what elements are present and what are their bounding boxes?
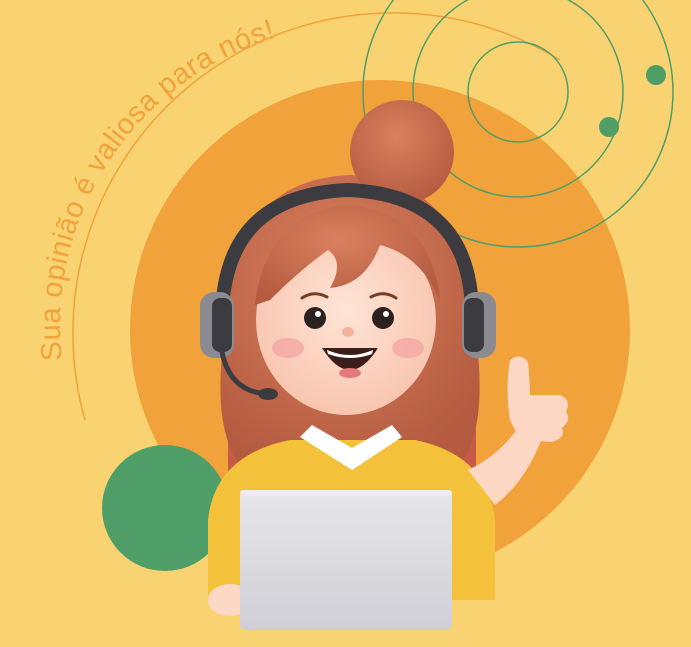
eye-right: [372, 307, 394, 329]
face: [255, 205, 440, 415]
laptop: [240, 490, 452, 630]
illustration-canvas: Sua opinião é valiosa para nós!: [35, 0, 674, 630]
green-dot: [599, 117, 619, 137]
green-dot: [646, 65, 666, 85]
survey-banner: Sua opinião é valiosa para nós!: [0, 0, 691, 647]
eye-left: [304, 307, 326, 329]
